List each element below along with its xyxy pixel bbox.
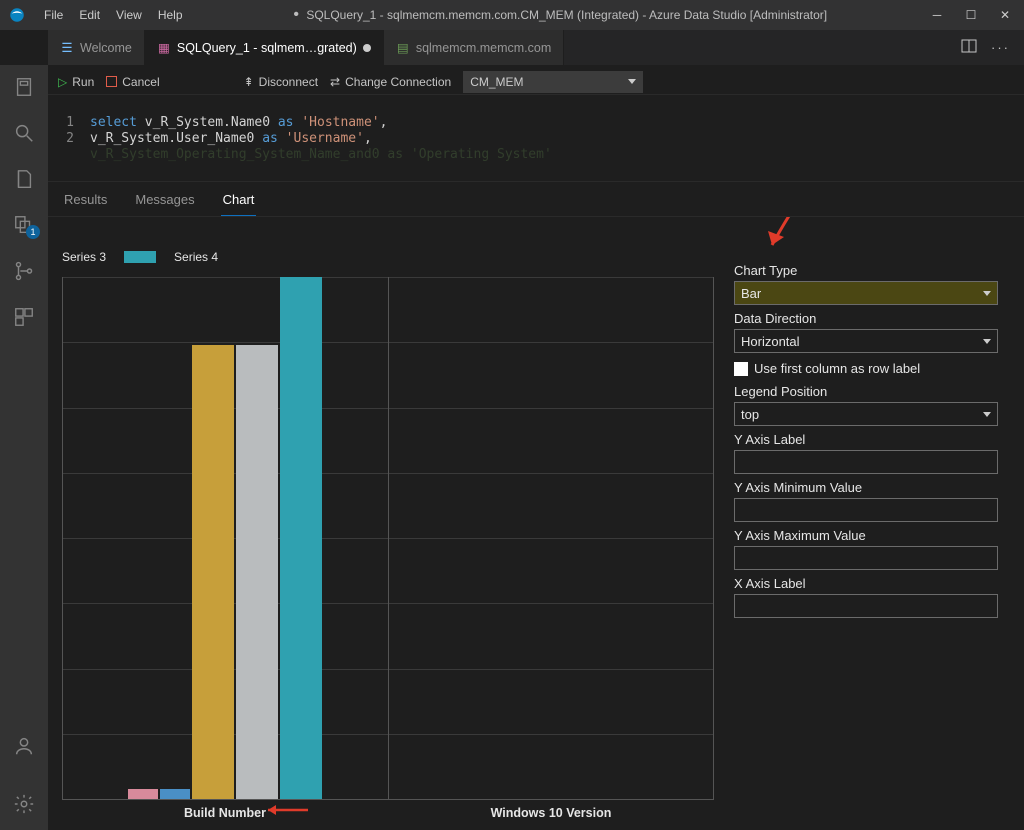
cancel-button[interactable]: Cancel [106, 75, 159, 89]
editor-tabs: ☰ Welcome ▦ SQLQuery_1 - sqlmem…grated) … [48, 30, 1024, 65]
bar-pink [128, 789, 158, 799]
tab-sqlquery[interactable]: ▦ SQLQuery_1 - sqlmem…grated) [145, 30, 384, 65]
maximize-icon[interactable]: ☐ [964, 8, 978, 22]
server-icon: ▤ [396, 41, 410, 55]
menu-help[interactable]: Help [150, 0, 191, 30]
chevron-down-icon [628, 79, 636, 84]
tab-label: sqlmemcm.memcm.com [416, 41, 551, 55]
explorer-icon[interactable]: 1 [12, 213, 36, 237]
connections-icon[interactable] [12, 75, 36, 99]
window-title: • SQLQuery_1 - sqlmemcm.memcm.com.CM_MEM… [191, 6, 930, 24]
account-icon[interactable] [12, 734, 36, 758]
dirty-dot-icon: • [293, 6, 299, 23]
y-axis-label-label: Y Axis Label [734, 432, 998, 447]
tab-welcome[interactable]: ☰ Welcome [48, 30, 145, 65]
play-icon: ▷ [58, 75, 67, 89]
category-build-number [63, 277, 389, 799]
source-control-icon[interactable] [12, 259, 36, 283]
sql-file-icon: ▦ [157, 41, 171, 55]
data-direction-value: Horizontal [741, 334, 800, 349]
data-direction-label: Data Direction [734, 311, 998, 326]
chart-legend: Series 3 Series 4 [62, 247, 714, 267]
search-icon[interactable] [12, 121, 36, 145]
chart-options: Chart Type Bar Data Direction Horizontal… [724, 217, 1024, 830]
disconnect-label: Disconnect [259, 75, 318, 89]
chevron-down-icon [983, 412, 991, 417]
tab-results[interactable]: Results [62, 188, 109, 216]
x-axis-label-input[interactable] [734, 594, 998, 618]
close-icon[interactable]: ✕ [998, 8, 1012, 22]
tab-label: Welcome [80, 41, 132, 55]
lines-icon: ☰ [60, 41, 74, 55]
bar-blue [160, 789, 190, 799]
change-connection-label: Change Connection [345, 75, 451, 89]
chevron-down-icon [983, 339, 991, 344]
menu-edit[interactable]: Edit [71, 0, 108, 30]
chart-type-label: Chart Type [734, 263, 998, 278]
legend-series4-label: Series 4 [174, 250, 218, 264]
xlabel-build-number: Build Number [62, 806, 388, 820]
row-label-checkbox[interactable] [734, 362, 748, 376]
legend-position-select[interactable]: top [734, 402, 998, 426]
chart-type-select[interactable]: Bar [734, 281, 998, 305]
bar-series4 [192, 345, 234, 799]
chart-plot [62, 277, 714, 800]
legend-position-label: Legend Position [734, 384, 998, 399]
xlabel-win10: Windows 10 Version [388, 806, 714, 820]
y-axis-max-input[interactable] [734, 546, 998, 570]
run-button[interactable]: ▷ Run [58, 75, 94, 89]
y-axis-max-label: Y Axis Maximum Value [734, 528, 998, 543]
change-connection-button[interactable]: ⇄ Change Connection [330, 75, 451, 89]
y-axis-min-input[interactable] [734, 498, 998, 522]
explorer-badge: 1 [26, 225, 40, 239]
bar-series3 [280, 277, 322, 799]
tab-chart[interactable]: Chart [221, 188, 257, 216]
run-label: Run [72, 75, 94, 89]
disconnect-button[interactable]: ⇞ Disconnect [244, 75, 318, 89]
legend-position-value: top [741, 407, 759, 422]
x-axis-label-label: X Axis Label [734, 576, 998, 591]
settings-gear-icon[interactable] [12, 792, 36, 816]
tab-server[interactable]: ▤ sqlmemcm.memcm.com [384, 30, 564, 65]
notebooks-icon[interactable] [12, 167, 36, 191]
menu-file[interactable]: File [36, 0, 71, 30]
chart-type-value: Bar [741, 286, 761, 301]
disconnect-icon: ⇞ [244, 75, 254, 89]
cancel-label: Cancel [122, 75, 159, 89]
extensions-icon[interactable] [12, 305, 36, 329]
app-logo-icon [8, 6, 26, 24]
query-toolbar: ▷ Run Cancel ⇞ Disconnect ⇄ Change Conne… [48, 69, 1024, 95]
results-tabs: Results Messages Chart [48, 182, 1024, 217]
dirty-indicator-icon [363, 44, 371, 52]
database-select-value: CM_MEM [470, 75, 523, 89]
annotation-arrow-icon [260, 802, 310, 822]
activitybar: 1 [0, 65, 48, 830]
chevron-down-icon [983, 291, 991, 296]
tab-label: SQLQuery_1 - sqlmem…grated) [177, 41, 357, 55]
more-actions-icon[interactable]: ··· [991, 40, 1010, 55]
category-win10-version [389, 277, 715, 799]
annotation-arrow-icon [744, 217, 824, 265]
sql-editor[interactable]: 1select v_R_System.Name0 as 'Hostname', … [48, 95, 1024, 181]
y-axis-min-label: Y Axis Minimum Value [734, 480, 998, 495]
menu-view[interactable]: View [108, 0, 150, 30]
bar-grey [236, 345, 278, 799]
row-label-checkbox-label: Use first column as row label [754, 361, 920, 376]
y-axis-label-input[interactable] [734, 450, 998, 474]
titlebar: File Edit View Help • SQLQuery_1 - sqlme… [0, 0, 1024, 30]
tab-messages[interactable]: Messages [133, 188, 196, 216]
split-editor-icon[interactable] [961, 38, 977, 57]
legend-series3-label: Series 3 [62, 250, 106, 264]
data-direction-select[interactable]: Horizontal [734, 329, 998, 353]
database-select[interactable]: CM_MEM [463, 71, 643, 93]
chart-area: Series 3 Series 4 [48, 217, 724, 830]
legend-series3-swatch [124, 251, 156, 263]
window-title-text: SQLQuery_1 - sqlmemcm.memcm.com.CM_MEM (… [306, 8, 827, 22]
stop-icon [106, 76, 117, 87]
minimize-icon[interactable]: ─ [930, 8, 944, 22]
connection-icon: ⇄ [330, 75, 340, 89]
